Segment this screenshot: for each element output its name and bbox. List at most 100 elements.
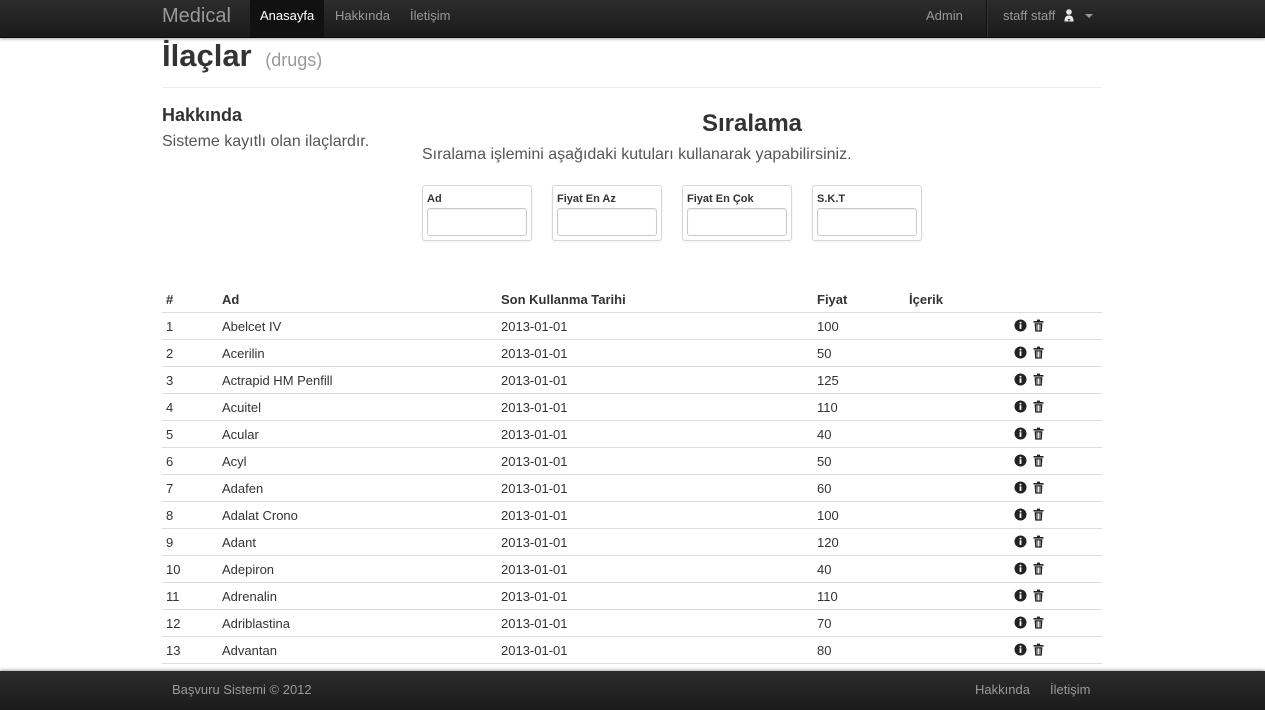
nav-admin[interactable]: Admin — [916, 0, 973, 37]
table-row[interactable]: 2 Acerilin 2013-01-01 50 — [162, 339, 1102, 367]
table-row[interactable]: 13 Advantan 2013-01-01 80 — [162, 636, 1102, 664]
filter-name-box: Ad — [422, 185, 532, 241]
info-icon[interactable] — [1014, 508, 1027, 521]
cell-id: 3 — [162, 366, 218, 394]
info-icon[interactable] — [1014, 616, 1027, 629]
cell-content — [905, 528, 1005, 556]
cell-name: Acular — [218, 420, 497, 448]
cell-expiry: 2013-01-01 — [497, 447, 813, 475]
user-name: staff staff — [1003, 8, 1056, 23]
table-row[interactable]: 1 Abelcet IV 2013-01-01 100 — [162, 312, 1102, 340]
info-icon[interactable] — [1014, 400, 1027, 413]
cell-expiry: 2013-01-01 — [497, 555, 813, 583]
info-icon[interactable] — [1014, 562, 1027, 575]
brand-logo[interactable]: Medical — [162, 5, 231, 27]
column-header-expiry[interactable]: Son Kullanma Tarihi — [497, 286, 813, 313]
cell-name: Adrenalin — [218, 582, 497, 610]
trash-icon[interactable] — [1032, 427, 1045, 440]
info-icon[interactable] — [1014, 454, 1027, 467]
cell-actions — [1005, 420, 1102, 448]
table-row[interactable]: 5 Acular 2013-01-01 40 — [162, 420, 1102, 448]
table-row[interactable]: 8 Adalat Crono 2013-01-01 100 — [162, 501, 1102, 529]
table-row[interactable]: 7 Adafen 2013-01-01 60 — [162, 474, 1102, 502]
trash-icon[interactable] — [1032, 562, 1045, 575]
cell-id: 8 — [162, 501, 218, 529]
trash-icon[interactable] — [1032, 616, 1045, 629]
cell-name: Adant — [218, 528, 497, 556]
nav-home[interactable]: Anasayfa — [250, 0, 325, 37]
cell-actions — [1005, 555, 1102, 583]
filter-max-price-label: Fiyat En Çok — [687, 193, 754, 205]
info-icon[interactable] — [1014, 589, 1027, 602]
table-row[interactable]: 3 Actrapid HM Penfill 2013-01-01 125 — [162, 366, 1102, 394]
cell-price: 40 — [813, 420, 905, 448]
trash-icon[interactable] — [1032, 481, 1045, 494]
cell-content — [905, 366, 1005, 394]
cell-expiry: 2013-01-01 — [497, 312, 813, 340]
trash-icon[interactable] — [1032, 535, 1045, 548]
cell-name: Acerilin — [218, 339, 497, 367]
cell-actions — [1005, 609, 1102, 637]
cell-price: 60 — [813, 474, 905, 502]
column-header-content[interactable]: İçerik — [905, 286, 1005, 313]
info-icon[interactable] — [1014, 535, 1027, 548]
info-icon[interactable] — [1014, 427, 1027, 440]
trash-icon[interactable] — [1032, 400, 1045, 413]
drugs-table-container[interactable]: # Ad Son Kullanma Tarihi Fiyat İçerik 1A… — [162, 286, 1102, 670]
column-header-id[interactable]: # — [162, 286, 218, 313]
trash-icon[interactable] — [1032, 373, 1045, 386]
filter-expiry-input[interactable] — [817, 208, 917, 236]
cell-expiry: 2013-01-01 — [497, 366, 813, 394]
cell-actions — [1005, 582, 1102, 610]
cell-content — [905, 339, 1005, 367]
info-icon[interactable] — [1014, 643, 1027, 656]
nav-about[interactable]: Hakkında — [325, 0, 400, 37]
table-row[interactable]: 6 Acyl 2013-01-01 50 — [162, 447, 1102, 475]
footer-link-about[interactable]: Hakkında — [975, 682, 1030, 697]
column-header-price[interactable]: Fiyat — [813, 286, 905, 313]
trash-icon[interactable] — [1032, 508, 1045, 521]
table-row[interactable]: 11 Adrenalin 2013-01-01 110 — [162, 582, 1102, 610]
filter-max-price-input[interactable] — [687, 208, 787, 236]
info-icon[interactable] — [1014, 481, 1027, 494]
footer-copyright: Başvuru Sistemi © 2012 — [172, 682, 312, 697]
cell-name: Acuitel — [218, 393, 497, 421]
user-menu[interactable]: staff staff — [1003, 0, 1093, 37]
column-header-actions — [1005, 286, 1102, 313]
table-row[interactable] — [162, 663, 1102, 671]
trash-icon[interactable] — [1032, 589, 1045, 602]
info-icon[interactable] — [1014, 319, 1027, 332]
table-row[interactable]: 4 Acuitel 2013-01-01 110 — [162, 393, 1102, 421]
footer: Başvuru Sistemi © 2012 Hakkında İletişim — [0, 671, 1265, 710]
cell-name: Actrapid HM Penfill — [218, 366, 497, 394]
cell-price: 100 — [813, 501, 905, 529]
filter-name-input[interactable] — [427, 208, 527, 236]
trash-icon[interactable] — [1032, 346, 1045, 359]
cell-id: 5 — [162, 420, 218, 448]
cell-name — [218, 663, 497, 670]
trash-icon[interactable] — [1032, 454, 1045, 467]
column-header-name[interactable]: Ad — [218, 286, 497, 313]
footer-link-contact[interactable]: İletişim — [1050, 682, 1090, 697]
trash-icon[interactable] — [1032, 319, 1045, 332]
table-row[interactable]: 9 Adant 2013-01-01 120 — [162, 528, 1102, 556]
cell-name: Adriblastina — [218, 609, 497, 637]
cell-price — [813, 663, 905, 670]
header-divider — [162, 87, 1102, 88]
info-icon[interactable] — [1014, 670, 1027, 671]
info-icon[interactable] — [1014, 346, 1027, 359]
cell-name: Abelcet IV — [218, 312, 497, 340]
cell-id — [162, 663, 218, 670]
filter-min-price-input[interactable] — [557, 208, 657, 236]
table-header-row: # Ad Son Kullanma Tarihi Fiyat İçerik — [162, 286, 1102, 313]
nav-contact[interactable]: İletişim — [400, 0, 460, 37]
info-icon[interactable] — [1014, 373, 1027, 386]
sort-title: Sıralama — [701, 110, 803, 137]
cell-id: 7 — [162, 474, 218, 502]
about-text: Sisteme kayıtlı olan ilaçlardır. — [162, 133, 370, 150]
trash-icon[interactable] — [1032, 670, 1045, 671]
table-row[interactable]: 12 Adriblastina 2013-01-01 70 — [162, 609, 1102, 637]
table-row[interactable]: 10 Adepiron 2013-01-01 40 — [162, 555, 1102, 583]
cell-actions — [1005, 528, 1102, 556]
trash-icon[interactable] — [1032, 643, 1045, 656]
